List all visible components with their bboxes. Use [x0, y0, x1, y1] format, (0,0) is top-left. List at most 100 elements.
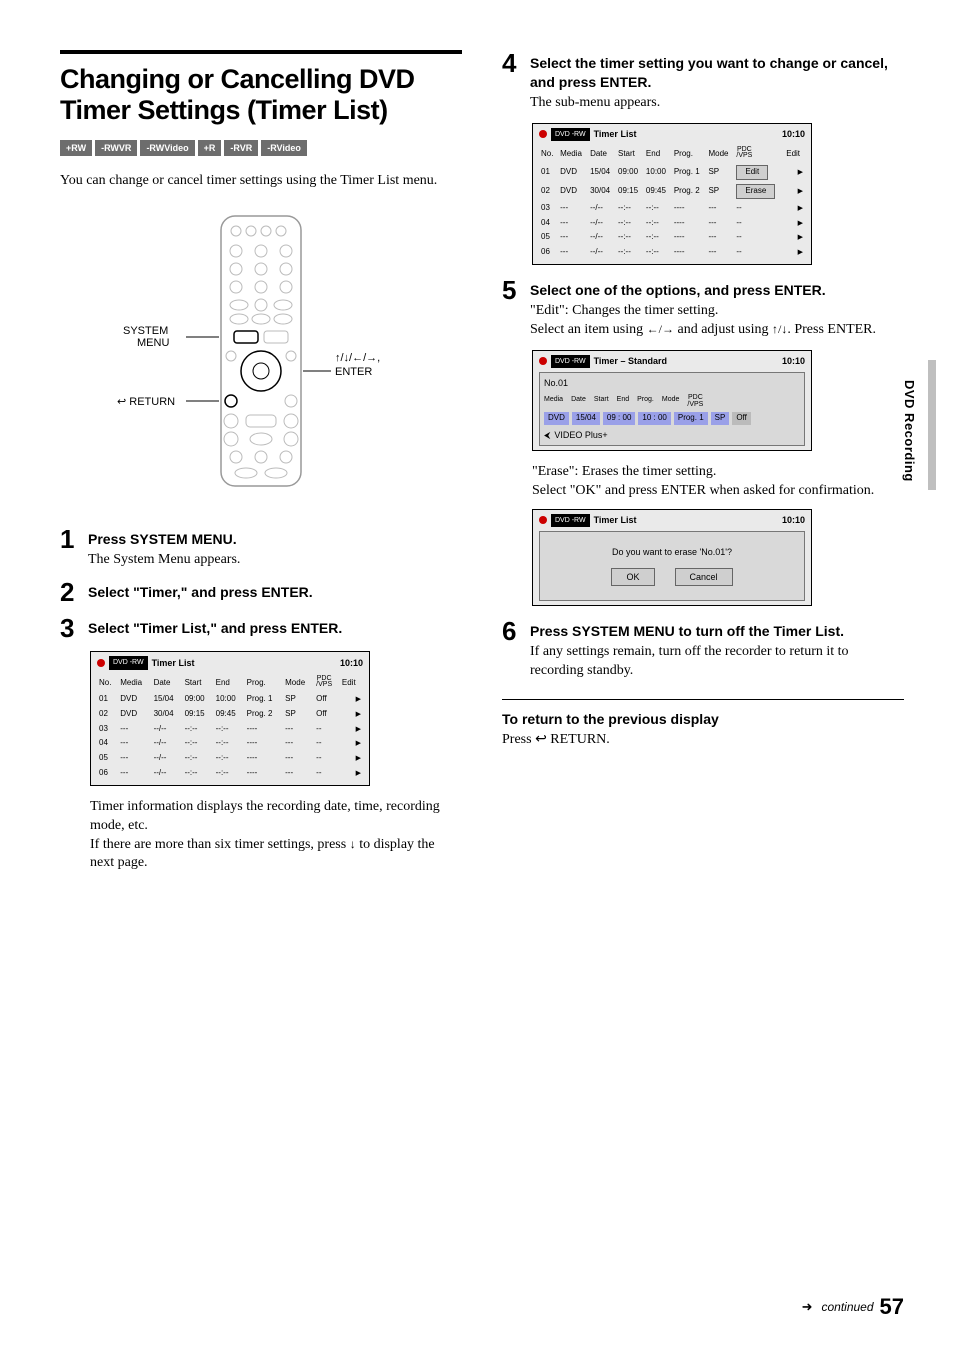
erase-desc: "Erase": Erases the timer setting.	[532, 463, 904, 482]
step-4-text: The sub-menu appears.	[530, 94, 904, 113]
step-5-select-line: Select an item using ←/→ and adjust usin…	[530, 321, 904, 340]
cancel-button[interactable]: Cancel	[675, 568, 733, 586]
intro-text: You can change or cancel timer settings …	[60, 172, 462, 191]
field-mode[interactable]: SP	[711, 412, 730, 425]
page-number: 57	[880, 1292, 904, 1322]
table-row: 06-----/----:----:-----------	[539, 245, 805, 260]
osd1-clock: 10:10	[340, 657, 363, 669]
osd1-h-media: Media	[118, 674, 151, 692]
step-4-number: 4	[502, 50, 520, 76]
table-row: 05-----/----:----:-----------	[539, 230, 805, 245]
remote-label-system-menu: SYSTEM	[123, 325, 168, 337]
svg-text:MENU: MENU	[137, 337, 169, 349]
field-end[interactable]: 10 : 00	[638, 412, 670, 425]
osd-timer-list-1: DVD -RW Timer List 10:10 No. Media Date …	[90, 651, 370, 785]
record-dot-icon	[97, 659, 105, 667]
table-row: 01DVD15/0409:0010:00Prog. 1SPEdit	[539, 163, 805, 182]
step-1-number: 1	[60, 526, 78, 552]
osd3-clock: 10:10	[782, 355, 805, 367]
step-3-number: 3	[60, 615, 78, 641]
table-row: 01DVD15/0409:0010:00Prog. 1SPOff	[97, 692, 363, 707]
osd2-clock: 10:10	[782, 128, 805, 140]
heading-rule	[60, 50, 462, 54]
left-right-arrow-icon: ←/→	[647, 322, 674, 336]
step-3-title: Select "Timer List," and press ENTER.	[88, 619, 462, 638]
osd1-h-no: No.	[97, 674, 118, 692]
side-tab: DVD Recording	[900, 380, 918, 482]
step-5-number: 5	[502, 277, 520, 303]
badge-minus-rw-vr: -RWVR	[95, 140, 137, 156]
osd1-h-end: End	[214, 674, 245, 692]
remote-illustration: SYSTEM MENU ↩ RETURN ↑/↓/←/→, ENTER	[60, 211, 462, 496]
osd-erase-confirm: DVD -RW Timer List 10:10 Do you want to …	[532, 509, 812, 607]
field-date[interactable]: 15/04	[572, 412, 600, 425]
step-6-number: 6	[502, 618, 520, 644]
field-media[interactable]: DVD	[544, 412, 569, 425]
erase-menu-item[interactable]: Erase	[736, 184, 775, 199]
osd1-h-edit: Edit	[340, 674, 363, 692]
record-dot-icon	[539, 357, 547, 365]
table-row: 03-----/----:----:-----------	[97, 722, 363, 737]
osd1-title: Timer List	[152, 657, 195, 669]
table-row: 03-----/----:----:-----------	[539, 201, 805, 216]
step-1-title: Press SYSTEM MENU.	[88, 530, 462, 549]
field-prog[interactable]: Prog. 1	[674, 412, 708, 425]
step-4-title: Select the timer setting you want to cha…	[530, 54, 904, 92]
format-badges: +RW -RWVR -RWVideo +R -RVR -RVideo	[60, 140, 462, 156]
step-6-title: Press SYSTEM MENU to turn off the Timer …	[530, 622, 904, 641]
dvd-rw-badge: DVD -RW	[551, 514, 590, 527]
page-footer: continued 57	[802, 1292, 904, 1322]
table-row: 02DVD30/0409:1509:45Prog. 2SPErase	[539, 182, 805, 201]
badge-minus-rw-video: -RWVideo	[140, 140, 194, 156]
osd-timer-list-2: DVD -RW Timer List 10:10 No. Media Date …	[532, 123, 812, 265]
video-plus-label: VIDEO Plus+	[554, 429, 607, 441]
continued-label: continued	[821, 1299, 873, 1315]
page-title: Changing or Cancelling DVD Timer Setting…	[60, 64, 462, 126]
dvd-rw-badge: DVD -RW	[551, 355, 590, 368]
return-heading: To return to the previous display	[502, 710, 904, 729]
osd3-no-label: No.01	[544, 377, 800, 389]
right-column: 4 Select the timer setting you want to c…	[502, 50, 904, 873]
side-tab-mark	[928, 360, 936, 490]
erase-confirm-desc: Select "OK" and press ENTER when asked f…	[532, 482, 904, 501]
osd1-h-start: Start	[183, 674, 214, 692]
dvd-rw-badge: DVD -RW	[109, 656, 148, 669]
osd1-h-pdc: PDC/VPS	[314, 674, 340, 692]
return-text: Press ↩ RETURN.	[502, 731, 904, 750]
step-2-number: 2	[60, 579, 78, 605]
osd3-title: Timer – Standard	[594, 355, 667, 367]
badge-minus-r-video: -RVideo	[261, 140, 307, 156]
badge-plus-r: +R	[198, 140, 222, 156]
osd1-h-mode: Mode	[283, 674, 314, 692]
step-2-title: Select "Timer," and press ENTER.	[88, 583, 462, 602]
timer-pagination-note: If there are more than six timer setting…	[90, 836, 462, 874]
osd4-clock: 10:10	[782, 514, 805, 526]
svg-text:ENTER: ENTER	[335, 366, 372, 378]
section-rule	[502, 699, 904, 700]
step-1-text: The System Menu appears.	[88, 551, 462, 570]
field-pdc[interactable]: Off	[732, 412, 751, 425]
badge-plus-rw: +RW	[60, 140, 92, 156]
table-row: 06-----/----:----:-----------	[97, 766, 363, 781]
field-start[interactable]: 09 : 00	[603, 412, 635, 425]
table-row: 02DVD30/0409:1509:45Prog. 2SPOff	[97, 707, 363, 722]
record-dot-icon	[539, 516, 547, 524]
dialog-text: Do you want to erase 'No.01'?	[550, 546, 794, 558]
step-5-edit-line: "Edit": Changes the timer setting.	[530, 302, 904, 321]
return-icon: ↩	[535, 732, 547, 747]
osd2-title: Timer List	[594, 128, 637, 140]
continued-arrow-icon	[802, 1298, 816, 1316]
osd4-title: Timer List	[594, 514, 637, 526]
step-6-text: If any settings remain, turn off the rec…	[530, 643, 904, 681]
table-row: 04-----/----:----:-----------	[97, 736, 363, 751]
left-arrow-icon: ⮜	[544, 429, 550, 441]
table-row: 05-----/----:----:-----------	[97, 751, 363, 766]
ok-button[interactable]: OK	[611, 568, 654, 586]
badge-minus-r-vr: -RVR	[224, 140, 258, 156]
remote-label-arrows: ↑/↓/←/→,	[335, 352, 380, 364]
edit-menu-item[interactable]: Edit	[736, 165, 768, 180]
osd1-h-date: Date	[152, 674, 183, 692]
remote-label-return: ↩ RETURN	[117, 396, 175, 408]
left-column: Changing or Cancelling DVD Timer Setting…	[60, 50, 462, 873]
step-5-title: Select one of the options, and press ENT…	[530, 281, 904, 300]
